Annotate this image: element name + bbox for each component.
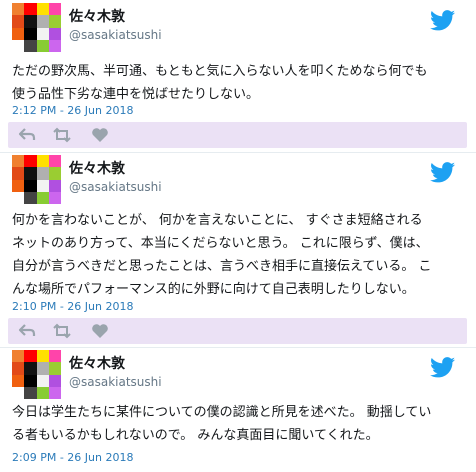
avatar-tile bbox=[24, 27, 37, 40]
avatar-tile bbox=[36, 179, 49, 192]
author-handle[interactable]: @sasakiatsushi bbox=[69, 180, 162, 194]
avatar[interactable] bbox=[12, 155, 61, 204]
avatar-tile bbox=[36, 15, 49, 28]
author-handle[interactable]: @sasakiatsushi bbox=[69, 375, 162, 389]
author-name[interactable]: 佐々木敦 bbox=[69, 158, 125, 178]
tweet-actions bbox=[8, 122, 467, 148]
avatar-tile bbox=[12, 155, 25, 168]
tweet-timestamp[interactable]: 2:12 PM - 26 Jun 2018 bbox=[12, 104, 133, 117]
avatar-tile bbox=[12, 3, 25, 16]
avatar-tile bbox=[12, 350, 25, 363]
tweet-divider bbox=[0, 347, 476, 348]
avatar-tile bbox=[12, 374, 25, 387]
tweet-divider bbox=[0, 152, 476, 153]
avatar-tile bbox=[12, 27, 25, 40]
author-name[interactable]: 佐々木敦 bbox=[69, 6, 125, 26]
avatar-tile bbox=[36, 27, 49, 40]
author-handle[interactable]: @sasakiatsushi bbox=[69, 28, 162, 42]
avatar-tile bbox=[36, 374, 49, 387]
avatar-tile bbox=[24, 191, 37, 204]
avatar-tile bbox=[36, 3, 49, 16]
avatar-tile bbox=[36, 39, 49, 52]
avatar-tile bbox=[24, 155, 37, 168]
avatar-tile bbox=[12, 191, 25, 204]
avatar-tile bbox=[24, 350, 37, 363]
heart-icon[interactable] bbox=[91, 127, 109, 143]
avatar-tile bbox=[24, 374, 37, 387]
avatar-tile bbox=[36, 155, 49, 168]
tweet-actions bbox=[8, 318, 467, 344]
avatar-tile bbox=[24, 179, 37, 192]
avatar-tile bbox=[48, 15, 61, 28]
avatar-tile bbox=[48, 386, 61, 399]
avatar-tile bbox=[36, 386, 49, 399]
tweet-text: ただの野次馬、半可通、もともと気に入らない人を叩くためなら何でも 使う品性下劣な… bbox=[12, 64, 428, 102]
tweet-timestamp[interactable]: 2:09 PM - 26 Jun 2018 bbox=[12, 451, 133, 464]
reply-icon[interactable] bbox=[18, 127, 36, 143]
avatar-tile bbox=[48, 191, 61, 204]
avatar-tile bbox=[48, 362, 61, 375]
avatar-tile bbox=[12, 362, 25, 375]
avatar-tile bbox=[48, 155, 61, 168]
twitter-bird-icon[interactable] bbox=[430, 357, 455, 378]
avatar[interactable] bbox=[12, 3, 61, 52]
avatar-tile bbox=[36, 350, 49, 363]
avatar-tile bbox=[24, 386, 37, 399]
avatar-tile bbox=[24, 39, 37, 52]
avatar-tile bbox=[12, 386, 25, 399]
tweet-timestamp[interactable]: 2:10 PM - 26 Jun 2018 bbox=[12, 300, 133, 313]
avatar-tile bbox=[36, 167, 49, 180]
tweet-text: 今日は学生たちに某件についての僕の認識と所見を述べた。 動揺してい る者もいるか… bbox=[12, 405, 432, 443]
avatar-tile bbox=[12, 15, 25, 28]
retweet-icon[interactable] bbox=[53, 323, 71, 339]
author-name[interactable]: 佐々木敦 bbox=[69, 353, 125, 373]
avatar-tile bbox=[48, 179, 61, 192]
avatar[interactable] bbox=[12, 350, 61, 399]
avatar-tile bbox=[48, 27, 61, 40]
avatar-tile bbox=[12, 39, 25, 52]
avatar-tile bbox=[12, 179, 25, 192]
twitter-bird-icon[interactable] bbox=[430, 162, 455, 183]
twitter-bird-icon[interactable] bbox=[430, 10, 455, 31]
avatar-tile bbox=[24, 15, 37, 28]
avatar-tile bbox=[48, 39, 61, 52]
avatar-tile bbox=[24, 362, 37, 375]
avatar-tile bbox=[48, 167, 61, 180]
avatar-tile bbox=[48, 350, 61, 363]
avatar-tile bbox=[36, 191, 49, 204]
avatar-tile bbox=[24, 3, 37, 16]
retweet-icon[interactable] bbox=[53, 127, 71, 143]
avatar-tile bbox=[48, 374, 61, 387]
avatar-tile bbox=[12, 167, 25, 180]
tweet-text: 何かを言わないことが、 何かを言えないことに、 すぐさま短絡される ネットのあり… bbox=[12, 213, 432, 297]
avatar-tile bbox=[24, 167, 37, 180]
reply-icon[interactable] bbox=[18, 323, 36, 339]
heart-icon[interactable] bbox=[91, 323, 109, 339]
avatar-tile bbox=[36, 362, 49, 375]
avatar-tile bbox=[48, 3, 61, 16]
